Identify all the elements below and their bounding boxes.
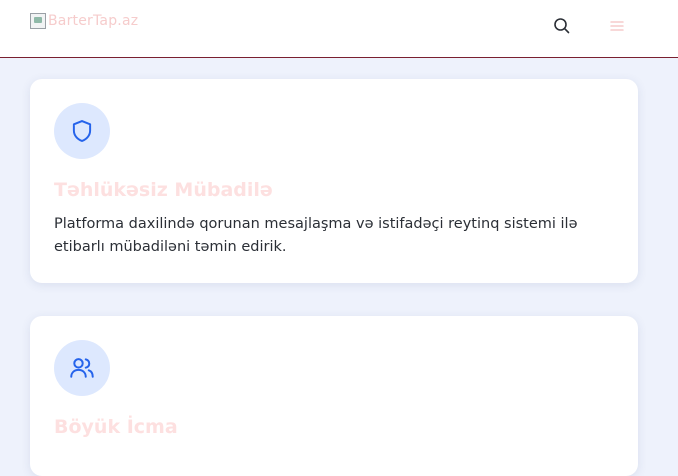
logo-alt-text: BarterTap.az [48, 13, 139, 29]
site-logo[interactable]: BarterTap.az [30, 10, 138, 32]
broken-image-icon [30, 13, 46, 29]
card-title: Təhlükəsiz Mübadilə [54, 179, 273, 201]
card-title: Böyük İcma [54, 416, 178, 438]
feature-icon-badge [54, 340, 110, 396]
search-icon [554, 18, 570, 34]
menu-button[interactable] [608, 17, 626, 35]
users-icon [70, 358, 94, 378]
feature-card-secure-exchange: Təhlükəsiz Mübadilə Platforma daxilində … [30, 79, 638, 283]
feature-card-large-community: Böyük İcma [30, 316, 638, 476]
feature-icon-badge [54, 103, 110, 159]
shield-icon [72, 120, 92, 142]
search-button[interactable] [552, 16, 572, 36]
hamburger-menu-icon [610, 21, 624, 31]
site-header: BarterTap.az [0, 0, 678, 58]
card-description: Platforma daxilində qorunan mesajlaşma v… [54, 216, 578, 255]
